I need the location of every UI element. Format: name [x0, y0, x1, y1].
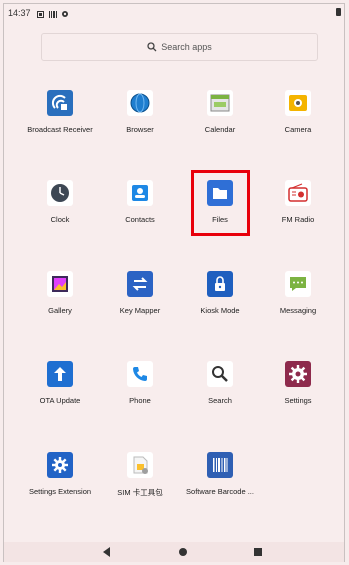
app-label: Clock	[50, 215, 70, 224]
app-contacts[interactable]: Contacts	[100, 180, 180, 224]
lock-icon	[207, 271, 233, 297]
app-label: Settings	[284, 396, 312, 405]
gallery-icon	[47, 271, 73, 297]
app-label: Broadcast Receiver	[27, 125, 93, 134]
back-icon[interactable]	[103, 547, 110, 557]
search-apps-bar[interactable]: Search apps	[41, 33, 318, 61]
search-icon	[147, 42, 157, 52]
app-clock[interactable]: Clock	[20, 180, 100, 224]
broadcast-receiver-icon	[47, 90, 73, 116]
highlight-box	[191, 170, 250, 236]
clock-icon	[47, 180, 73, 206]
upload-arrow-icon	[47, 361, 73, 387]
app-settings[interactable]: Settings	[258, 361, 338, 405]
app-broadcast-receiver[interactable]: Broadcast Receiver	[20, 90, 100, 134]
app-gallery[interactable]: Gallery	[20, 271, 100, 315]
search-placeholder: Search apps	[161, 42, 212, 52]
notification-barcode-icon	[48, 10, 57, 18]
app-label: OTA Update	[39, 396, 81, 405]
app-kiosk-mode[interactable]: Kiosk Mode	[180, 271, 260, 315]
notification-settings-icon	[61, 10, 68, 17]
app-settings-extension[interactable]: Settings Extension	[20, 452, 100, 496]
app-software-barcode[interactable]: Software Barcode ...	[180, 452, 260, 496]
app-messaging[interactable]: Messaging	[258, 271, 338, 315]
app-label: FM Radio	[281, 215, 315, 224]
key-mapper-icon	[127, 271, 153, 297]
app-label: Software Barcode ...	[186, 487, 254, 496]
browser-globe-icon	[127, 90, 153, 116]
status-bar: 14:37	[8, 6, 341, 20]
app-label: Camera	[284, 125, 312, 134]
app-browser[interactable]: Browser	[100, 90, 180, 134]
calendar-icon	[207, 90, 233, 116]
notification-image-icon	[36, 10, 44, 18]
app-key-mapper[interactable]: Key Mapper	[100, 271, 180, 315]
navigation-bar	[4, 542, 344, 562]
app-ota-update[interactable]: OTA Update	[20, 361, 100, 405]
app-label: Browser	[126, 125, 154, 134]
recents-icon[interactable]	[254, 548, 262, 556]
app-label: SIM 卡工具包	[117, 488, 163, 497]
camera-icon	[285, 90, 311, 116]
phone-icon	[127, 361, 153, 387]
gear-icon	[285, 361, 311, 387]
app-camera[interactable]: Camera	[258, 90, 338, 134]
app-search[interactable]: Search	[180, 361, 260, 405]
home-icon[interactable]	[179, 548, 187, 556]
gear-extension-icon	[47, 452, 73, 478]
app-label: Key Mapper	[119, 306, 161, 315]
app-label: Settings Extension	[28, 487, 92, 496]
barcode-icon	[207, 452, 233, 478]
status-time: 14:37	[8, 8, 31, 18]
radio-icon	[285, 180, 311, 206]
app-label: Kiosk Mode	[200, 306, 240, 315]
app-label: Messaging	[279, 306, 317, 315]
magnifier-icon	[207, 361, 233, 387]
sim-toolkit-icon	[127, 452, 153, 478]
message-icon	[285, 271, 311, 297]
app-sim-toolkit[interactable]: SIM 卡工具包	[100, 452, 180, 498]
app-phone[interactable]: Phone	[100, 361, 180, 405]
app-fm-radio[interactable]: FM Radio	[258, 180, 338, 224]
battery-icon	[336, 8, 341, 16]
app-label: Gallery	[48, 306, 72, 315]
app-label: Contacts	[125, 215, 155, 224]
app-label: Phone	[129, 396, 151, 405]
app-label: Calendar	[204, 125, 236, 134]
app-calendar[interactable]: Calendar	[180, 90, 260, 134]
contacts-icon	[127, 180, 153, 206]
app-label: Search	[208, 396, 232, 405]
